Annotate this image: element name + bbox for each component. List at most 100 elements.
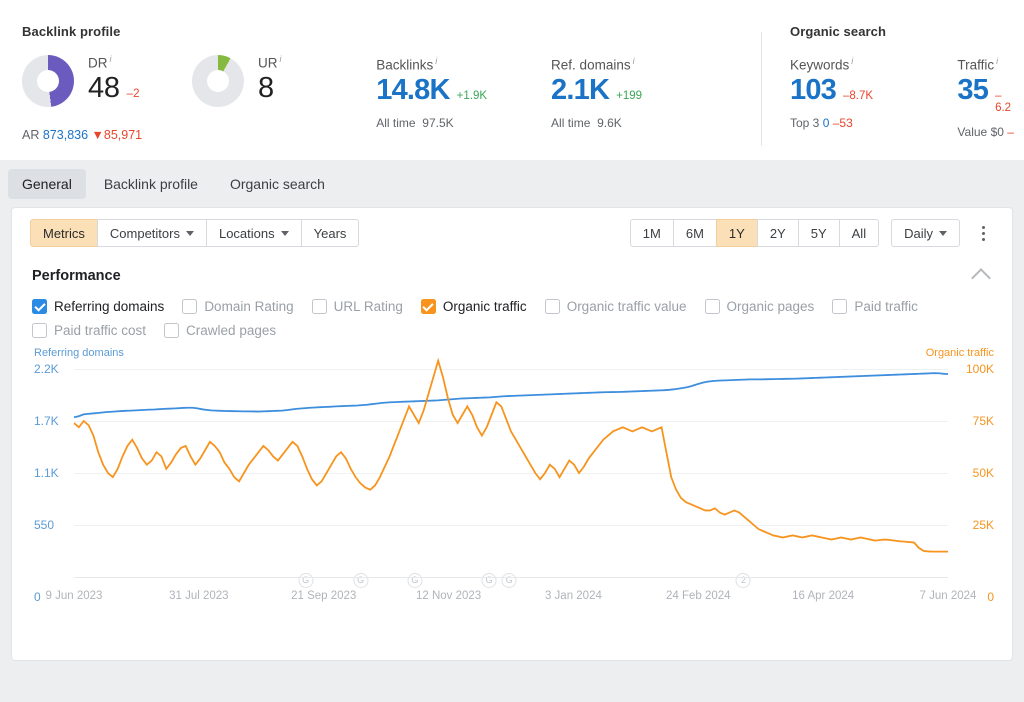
ar-value[interactable]: 873,836: [43, 128, 88, 142]
x-tick: 3 Jan 2024: [545, 590, 602, 602]
dr-delta: –2: [127, 88, 140, 100]
granularity-label: Daily: [904, 226, 933, 241]
ref-domains-label: Ref. domainsi: [551, 57, 740, 73]
performance-panel: Metrics Competitors Locations Years 1M 6…: [12, 208, 1012, 660]
keywords-label: Keywordsi: [790, 57, 957, 73]
granularity-button[interactable]: Daily: [891, 219, 960, 247]
toggle-organic-traffic-value[interactable]: Organic traffic value: [545, 299, 687, 314]
toggle-organic-traffic[interactable]: Organic traffic: [421, 299, 527, 314]
x-tick: 12 Nov 2023: [416, 590, 481, 602]
section-title: Performance: [32, 268, 121, 284]
toggle-label: Paid traffic: [854, 299, 918, 314]
organic-search-title: Organic search: [790, 24, 1017, 39]
info-icon[interactable]: i: [851, 56, 853, 66]
chart-plot-area: [74, 369, 948, 577]
backlink-profile-title: Backlink profile: [22, 24, 740, 39]
checkbox-icon: [545, 299, 560, 314]
info-icon[interactable]: i: [280, 54, 282, 64]
toggle-label: Organic traffic value: [567, 299, 687, 314]
tab-backlink-profile[interactable]: Backlink profile: [90, 169, 212, 199]
locations-label: Locations: [219, 226, 275, 241]
right-tick: 100K: [966, 362, 994, 376]
right-axis-title: Organic traffic: [926, 347, 994, 359]
x-tick: 7 Jun 2024: [920, 590, 977, 602]
traffic-value[interactable]: 35: [957, 76, 988, 105]
series-organic-traffic: [74, 361, 948, 552]
backlinks-delta: +1.9K: [457, 90, 487, 102]
ref-domains-value[interactable]: 2.1K: [551, 76, 609, 105]
metrics-button[interactable]: Metrics: [30, 219, 98, 247]
ur-value: 8: [258, 74, 274, 103]
toggle-paid-traffic[interactable]: Paid traffic: [832, 299, 918, 314]
checkbox-icon: [832, 299, 847, 314]
checkbox-icon: [32, 323, 47, 338]
keywords-value[interactable]: 103: [790, 76, 836, 105]
dr-donut-icon: [22, 55, 74, 107]
right-tick: 25K: [973, 518, 994, 532]
checkbox-icon: [182, 299, 197, 314]
toggle-paid-traffic-cost[interactable]: Paid traffic cost: [32, 323, 146, 338]
series-referring-domains: [74, 373, 948, 417]
competitors-button[interactable]: Competitors: [97, 219, 207, 247]
toggle-crawled-pages[interactable]: Crawled pages: [164, 323, 276, 338]
x-tick: 31 Jul 2023: [169, 590, 228, 602]
range-1m[interactable]: 1M: [630, 219, 674, 247]
range-6m[interactable]: 6M: [673, 219, 717, 247]
backlink-profile-group: Backlink profile DRi 48 –2 URi: [0, 24, 762, 160]
performance-header: Performance: [12, 258, 1012, 289]
ar-line: AR 873,836 ▼85,971: [22, 128, 142, 142]
range-2y[interactable]: 2Y: [757, 219, 799, 247]
chevron-down-icon: [939, 231, 947, 236]
locations-button[interactable]: Locations: [206, 219, 302, 247]
left-axis-title: Referring domains: [34, 347, 124, 359]
toggle-label: Domain Rating: [204, 299, 293, 314]
left-tick: 1.7K: [34, 414, 59, 428]
toggle-domain-rating[interactable]: Domain Rating: [182, 299, 293, 314]
checkbox-checked-icon: [32, 299, 47, 314]
range-all[interactable]: All: [839, 219, 879, 247]
metric-toggle-row-1: Referring domains Domain Rating URL Rati…: [32, 299, 992, 314]
chevron-up-icon[interactable]: [971, 268, 991, 288]
info-icon[interactable]: i: [996, 56, 998, 66]
left-tick: 2.2K: [34, 362, 59, 376]
more-options-icon[interactable]: [972, 222, 994, 244]
info-icon[interactable]: i: [633, 56, 635, 66]
x-tick: 16 Apr 2024: [792, 590, 854, 602]
range-button-group: 1M 6M 1Y 2Y 5Y All: [630, 219, 879, 247]
filter-button-group: Metrics Competitors Locations Years: [30, 219, 359, 247]
toggle-organic-pages[interactable]: Organic pages: [705, 299, 815, 314]
metric-traffic: Traffici 35 –6.2 Value $0 –: [957, 55, 1016, 139]
metric-backlinks: Backlinksi 14.8K +1.9K All time 97.5K: [376, 55, 551, 130]
left-tick-zero: 0: [34, 590, 41, 604]
chevron-down-icon: [186, 231, 194, 236]
range-1y[interactable]: 1Y: [716, 219, 758, 247]
backlinks-value[interactable]: 14.8K: [376, 76, 449, 105]
organic-search-group: Organic search Keywordsi 103 –8.7K Top 3…: [762, 24, 1024, 160]
tab-general[interactable]: General: [8, 169, 86, 199]
x-tick: 21 Sep 2023: [291, 590, 356, 602]
backlinks-subline: All time 97.5K: [376, 116, 551, 130]
toggle-url-rating[interactable]: URL Rating: [312, 299, 403, 314]
years-button[interactable]: Years: [301, 219, 360, 247]
competitors-label: Competitors: [110, 226, 180, 241]
toggle-referring-domains[interactable]: Referring domains: [32, 299, 164, 314]
info-icon[interactable]: i: [435, 56, 437, 66]
dr-value: 48: [88, 74, 120, 103]
range-tools: 1M 6M 1Y 2Y 5Y All Daily: [630, 219, 994, 247]
metric-dr: DRi 48 –2: [22, 55, 192, 130]
checkbox-icon: [705, 299, 720, 314]
toggle-label: Paid traffic cost: [54, 323, 146, 338]
left-tick: 1.1K: [34, 466, 59, 480]
toggle-label: Organic traffic: [443, 299, 527, 314]
x-tick: 24 Feb 2024: [666, 590, 731, 602]
tab-organic-search[interactable]: Organic search: [216, 169, 339, 199]
info-icon[interactable]: i: [110, 54, 112, 64]
range-5y[interactable]: 5Y: [798, 219, 840, 247]
checkbox-checked-icon: [421, 299, 436, 314]
dr-label: DRi: [88, 55, 139, 71]
toggle-label: Referring domains: [54, 299, 164, 314]
toggle-label: Organic pages: [727, 299, 815, 314]
right-tick: 50K: [973, 466, 994, 480]
checkbox-icon: [312, 299, 327, 314]
traffic-delta: –6.2: [995, 90, 1016, 114]
